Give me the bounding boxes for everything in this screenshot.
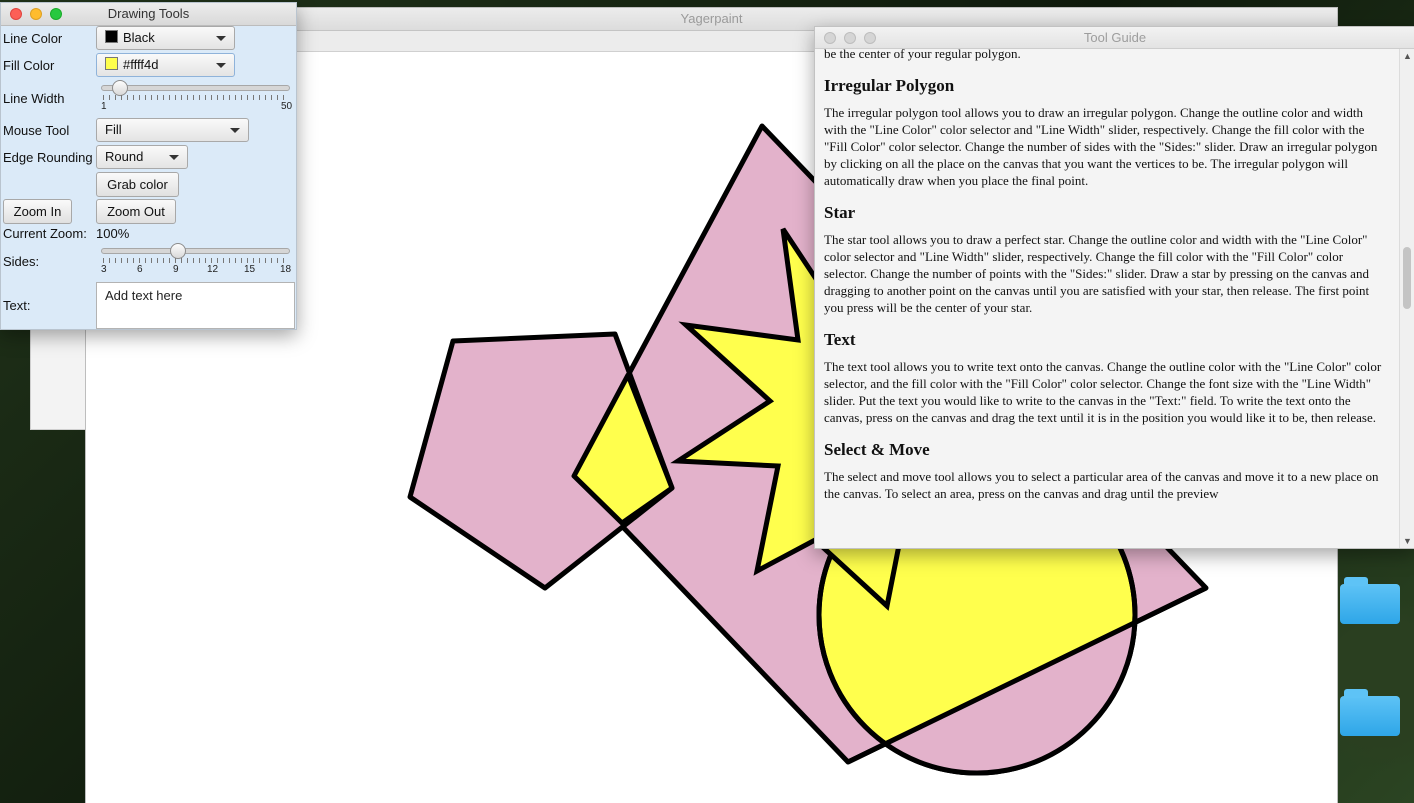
- zoom-out-button[interactable]: Zoom Out: [96, 199, 176, 224]
- sides-tick: 3: [101, 264, 107, 275]
- scroll-up-icon[interactable]: ▲: [1403, 51, 1412, 61]
- line-color-swatch: [105, 30, 118, 43]
- guide-heading-irregular-polygon: Irregular Polygon: [824, 76, 955, 95]
- close-icon[interactable]: [824, 32, 836, 44]
- line-width-slider-thumb[interactable]: [112, 80, 128, 96]
- sides-tick: 9: [173, 264, 179, 275]
- current-zoom-label: Current Zoom:: [3, 226, 87, 241]
- minimize-icon[interactable]: [844, 32, 856, 44]
- sides-tick: 18: [280, 264, 292, 275]
- fill-color-value: #ffff4d: [123, 57, 159, 72]
- fill-color-select[interactable]: #ffff4d: [96, 53, 235, 77]
- sides-tick: 12: [207, 264, 219, 275]
- line-color-select[interactable]: Black: [96, 26, 235, 50]
- window-controls: [10, 8, 62, 20]
- mouse-tool-value: Fill: [105, 122, 122, 137]
- scroll-down-icon[interactable]: ▼: [1403, 536, 1412, 546]
- zoom-icon[interactable]: [50, 8, 62, 20]
- line-width-label: Line Width: [3, 91, 65, 106]
- sides-ticks: [103, 258, 289, 263]
- drawing-tools-titlebar: Drawing Tools: [1, 3, 296, 26]
- edge-rounding-select[interactable]: Round: [96, 145, 188, 169]
- mouse-tool-label: Mouse Tool: [3, 123, 70, 138]
- close-icon[interactable]: [10, 8, 22, 20]
- mouse-tool-select[interactable]: Fill: [96, 118, 249, 142]
- chevron-down-icon: [216, 63, 226, 68]
- line-width-max: 50: [281, 101, 293, 112]
- guide-heading-star: Star: [824, 203, 856, 222]
- fill-color-swatch: [105, 57, 118, 70]
- zoom-icon[interactable]: [864, 32, 876, 44]
- sides-slider-thumb[interactable]: [170, 243, 186, 259]
- guide-text-select-move: The select and move tool allows you to s…: [824, 469, 1379, 501]
- line-width-min: 1: [101, 101, 107, 112]
- window-controls: [824, 32, 876, 44]
- text-input[interactable]: Add text here: [96, 282, 295, 329]
- line-width-slider-track[interactable]: [101, 85, 290, 91]
- fill-color-label: Fill Color: [3, 58, 55, 73]
- sides-tick: 6: [137, 264, 143, 275]
- line-color-value: Black: [123, 30, 155, 45]
- edge-rounding-value: Round: [105, 149, 144, 164]
- chevron-down-icon: [230, 128, 240, 133]
- scrollbar-thumb[interactable]: [1403, 247, 1411, 309]
- line-width-ticks: [103, 95, 289, 100]
- edge-rounding-label: Edge Rounding: [3, 150, 93, 165]
- guide-intro-tail: be the center of your regular polygon.: [824, 49, 1021, 61]
- drawing-tools-title: Drawing Tools: [107, 6, 190, 21]
- drawing-tools-window: Drawing Tools Line Color Black Fill Colo…: [0, 2, 297, 330]
- guide-heading-select-move: Select & Move: [824, 440, 930, 459]
- tool-guide-title: Tool Guide: [1083, 30, 1147, 45]
- guide-text-star: The star tool allows you to draw a perfe…: [824, 232, 1370, 315]
- chevron-down-icon: [169, 155, 179, 160]
- chevron-down-icon: [216, 36, 226, 41]
- guide-text-text: The text tool allows you to write text o…: [824, 359, 1382, 425]
- text-label: Text:: [3, 298, 31, 313]
- zoom-in-button[interactable]: Zoom In: [3, 199, 72, 224]
- grab-color-button[interactable]: Grab color: [96, 172, 179, 197]
- sides-slider-track[interactable]: [101, 248, 290, 254]
- tool-guide-content[interactable]: be the center of your regular polygon. I…: [815, 49, 1399, 548]
- sides-label: Sides:: [3, 254, 40, 269]
- current-zoom-value: 100%: [96, 226, 130, 241]
- minimize-icon[interactable]: [30, 8, 42, 20]
- tool-guide-window: Tool Guide be the center of your regular…: [814, 26, 1414, 549]
- tool-guide-titlebar: Tool Guide: [815, 27, 1414, 49]
- guide-text-irregular-polygon: The irregular polygon tool allows you to…: [824, 105, 1378, 188]
- tool-guide-scrollbar[interactable]: ▲ ▼: [1399, 49, 1414, 548]
- line-color-label: Line Color: [3, 31, 63, 46]
- guide-heading-text: Text: [824, 330, 856, 349]
- sides-tick: 15: [244, 264, 256, 275]
